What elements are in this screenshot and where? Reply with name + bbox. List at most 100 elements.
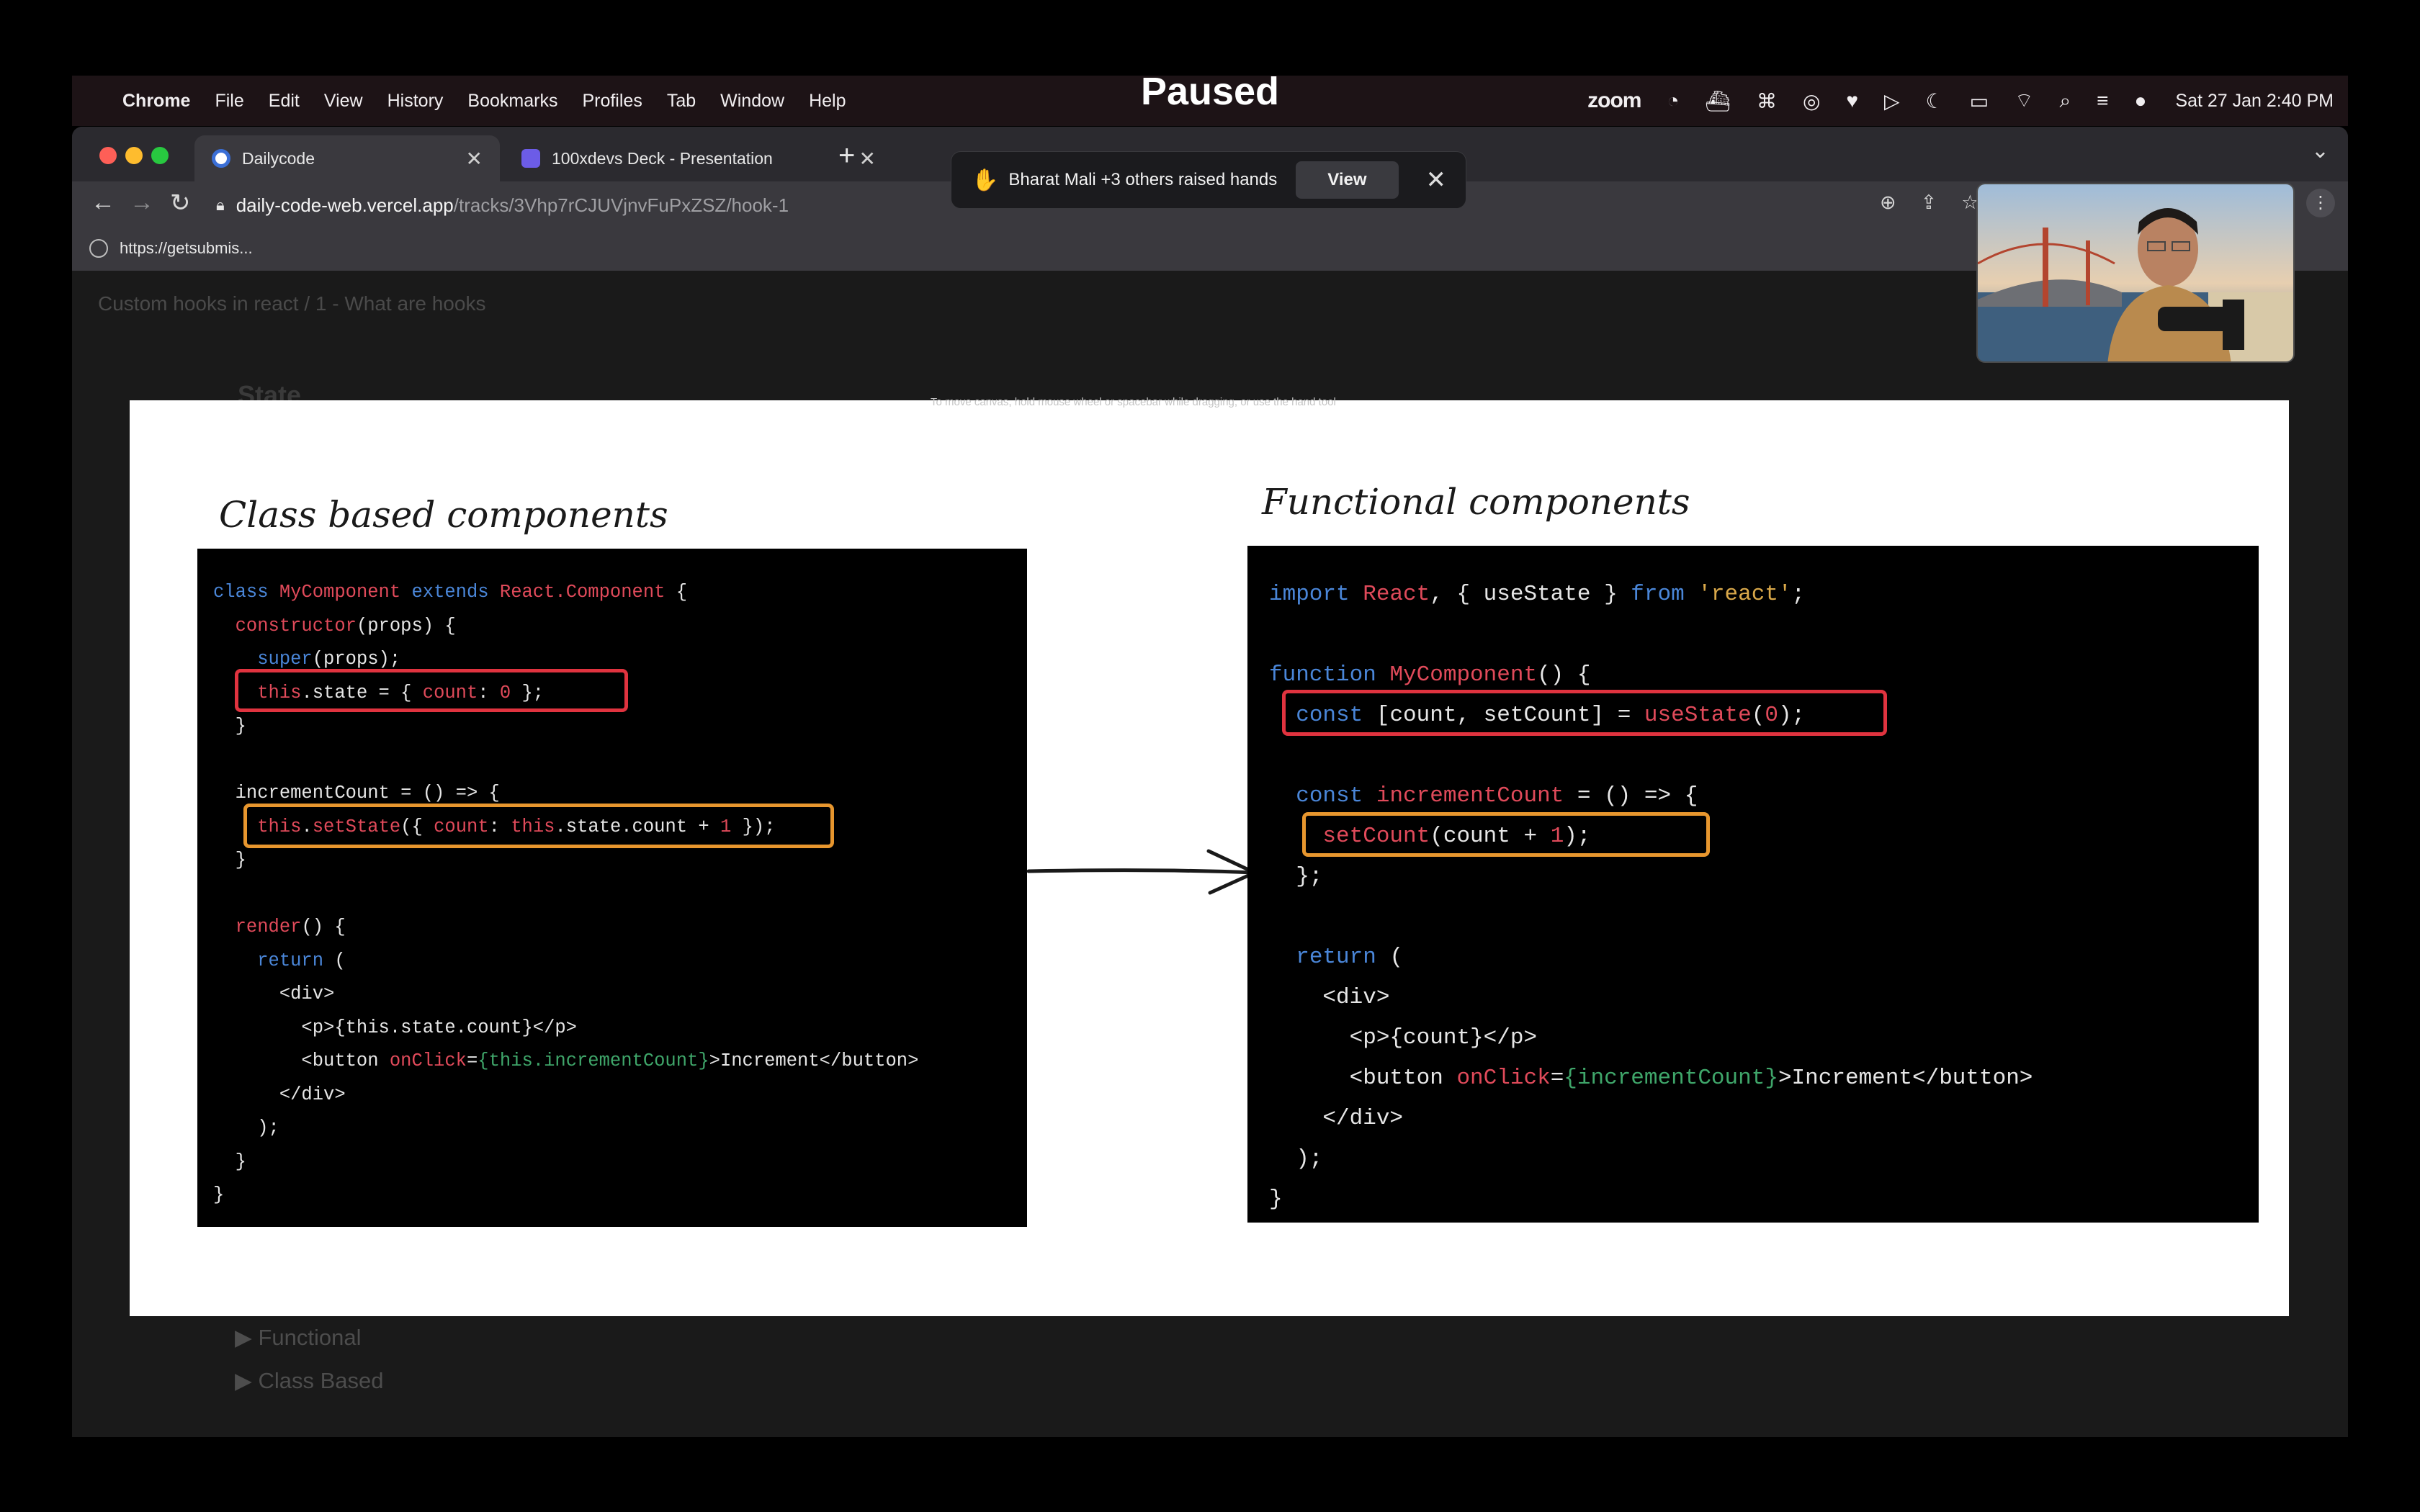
code-line: </div>: [1269, 1106, 1403, 1131]
moon-icon[interactable]: ☾: [1926, 89, 1944, 113]
canvas-hint: To move canvas, hold mouse wheel or spac…: [931, 396, 1336, 408]
state-highlight-box: [235, 669, 628, 712]
raised-hand-icon: ✋: [972, 168, 999, 192]
code-line: incrementCount = () => {: [213, 783, 500, 804]
globe-icon: [89, 239, 108, 258]
code-token: };: [1269, 864, 1323, 889]
code-line: }: [213, 1151, 246, 1172]
collapsible-functional[interactable]: ▶ Functional: [235, 1325, 361, 1351]
code-token: const: [1296, 783, 1376, 809]
arrow-right-icon: [1026, 849, 1257, 895]
code-line: return (: [1269, 945, 1403, 970]
code-token: , { useState }: [1430, 582, 1631, 607]
code-token: class: [213, 582, 279, 603]
zoom-window-button[interactable]: [151, 147, 169, 164]
menu-file[interactable]: File: [215, 91, 243, 112]
menu-app-name[interactable]: Chrome: [122, 91, 190, 112]
tab-title: Dailycode: [242, 148, 315, 168]
url-path: /tracks/3Vhp7rCJUVjnvFuPxZSZ/hook-1: [453, 194, 789, 216]
url-host: daily-code-web.vercel.app: [236, 194, 454, 216]
tab-dailycode[interactable]: Dailycode ✕: [194, 135, 500, 181]
menu-history[interactable]: History: [387, 91, 444, 112]
play-icon[interactable]: ▷: [1884, 89, 1900, 113]
close-window-button[interactable]: [99, 147, 117, 164]
code-line: );: [1269, 1146, 1322, 1171]
breadcrumb[interactable]: Custom hooks in react / 1 - What are hoo…: [98, 292, 485, 315]
menu-clock[interactable]: Sat 27 Jan 2:40 PM: [2175, 91, 2334, 112]
code-line: }: [213, 716, 246, 737]
search-icon[interactable]: ⌕: [2059, 89, 2071, 113]
siri-icon[interactable]: ●: [2134, 89, 2146, 112]
code-line: }: [213, 1184, 224, 1205]
menu-window[interactable]: Window: [720, 91, 784, 112]
sync-icon[interactable]: ◎: [1803, 89, 1820, 113]
code-token: );: [213, 1117, 279, 1138]
code-token: {: [665, 582, 688, 603]
close-icon[interactable]: ✕: [1426, 166, 1447, 194]
battery-icon[interactable]: ▭: [1970, 89, 1989, 113]
code-token: incrementCount: [1376, 783, 1564, 809]
functional-code-block: import React, { useState } from 'react';…: [1247, 546, 2259, 1223]
code-line: import React, { useState } from 'react';: [1269, 582, 1805, 607]
code-token: }: [213, 1184, 225, 1205]
code-line: constructor(props) {: [213, 616, 456, 636]
code-line: <div>: [1269, 985, 1389, 1010]
menu-edit[interactable]: Edit: [269, 91, 300, 112]
control-center-icon[interactable]: ≡: [2097, 89, 2108, 112]
code-token: >Increment</button>: [709, 1050, 919, 1071]
back-icon[interactable]: ←: [91, 189, 115, 217]
lock-icon[interactable]: 🔒︎: [216, 196, 225, 215]
code-token: =: [1550, 1066, 1564, 1091]
kebab-menu-icon[interactable]: ⋮: [2306, 189, 2335, 217]
menu-view[interactable]: View: [324, 91, 363, 112]
toast-message: Bharat Mali +3 others raised hands: [1008, 170, 1278, 189]
code-line: }: [213, 850, 246, 870]
code-token: function: [1269, 662, 1390, 688]
code-line: </div>: [213, 1084, 346, 1105]
tab-deck[interactable]: 100xdevs Deck - Presentation ✕: [504, 135, 893, 181]
functional-code: import React, { useState } from 'react';…: [1269, 575, 2033, 1220]
presenter-video[interactable]: [1976, 183, 2295, 363]
menu-bookmarks[interactable]: Bookmarks: [467, 91, 557, 112]
code-token: (props) {: [356, 615, 456, 636]
bookmark-item[interactable]: https://getsubmis...: [89, 239, 253, 258]
code-line: <p>{count}</p>: [1269, 1025, 1537, 1050]
menu-tab[interactable]: Tab: [667, 91, 696, 112]
wifi-icon[interactable]: ⌔: [2015, 89, 2033, 114]
collapsible-class-based[interactable]: ▶ Class Based: [235, 1368, 383, 1394]
reload-icon[interactable]: ↻: [170, 189, 191, 217]
minimize-window-button[interactable]: [125, 147, 143, 164]
new-tab-icon[interactable]: +: [838, 140, 855, 172]
code-token: import: [1269, 582, 1363, 607]
cloud-icon[interactable]: ◔: [1667, 89, 1679, 112]
chevron-down-icon[interactable]: ⌄: [2311, 138, 2329, 163]
menu-profiles[interactable]: Profiles: [582, 91, 642, 112]
code-token: <p>{count}</p>: [1269, 1025, 1538, 1050]
docker-icon[interactable]: ⛴: [1705, 89, 1731, 113]
code-token: onClick: [1456, 1066, 1551, 1091]
tab-title: 100xdevs Deck - Presentation: [552, 148, 773, 168]
command-icon[interactable]: ⌘: [1757, 89, 1777, 113]
zoom-icon[interactable]: zoom: [1587, 89, 1641, 113]
forward-icon[interactable]: →: [130, 189, 154, 217]
code-token: </div>: [213, 1084, 346, 1105]
code-token: React: [1363, 582, 1430, 607]
close-icon[interactable]: ✕: [859, 147, 876, 171]
toast-view-button[interactable]: View: [1296, 161, 1399, 199]
code-line: <p>{this.state.count}</p>: [213, 1017, 577, 1038]
zoom-in-icon[interactable]: ⊕: [1880, 192, 1896, 214]
code-token: (props);: [312, 649, 401, 670]
code-token: incrementCount = () => {: [213, 783, 500, 804]
code-token: extends: [411, 582, 500, 603]
code-token: React.Component: [499, 582, 666, 603]
drawing-canvas[interactable]: To move canvas, hold mouse wheel or spac…: [130, 396, 2289, 1316]
menu-help[interactable]: Help: [809, 91, 846, 112]
share-icon[interactable]: ⇪: [1921, 192, 1937, 214]
code-token: from: [1631, 582, 1698, 607]
bolt-icon[interactable]: ♥: [1846, 89, 1858, 112]
bookmark-label: https://getsubmis...: [120, 239, 253, 257]
close-icon[interactable]: ✕: [466, 147, 483, 171]
